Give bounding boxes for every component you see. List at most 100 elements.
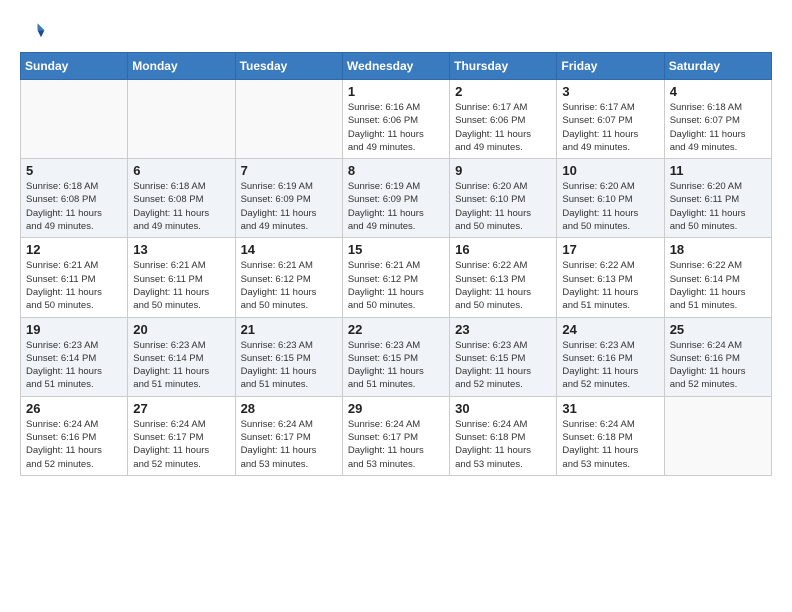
- day-info: Sunrise: 6:20 AM Sunset: 6:10 PM Dayligh…: [455, 180, 551, 233]
- day-number: 1: [348, 84, 444, 99]
- calendar-week-4: 19 Sunrise: 6:23 AM Sunset: 6:14 PM Dayli…: [21, 317, 772, 396]
- day-number: 4: [670, 84, 766, 99]
- calendar-cell: 31 Sunrise: 6:24 AM Sunset: 6:18 PM Dayli…: [557, 396, 664, 475]
- day-number: 9: [455, 163, 551, 178]
- day-info: Sunrise: 6:17 AM Sunset: 6:06 PM Dayligh…: [455, 101, 551, 154]
- calendar-cell: 5 Sunrise: 6:18 AM Sunset: 6:08 PM Daylig…: [21, 159, 128, 238]
- day-number: 10: [562, 163, 658, 178]
- day-number: 15: [348, 242, 444, 257]
- calendar-cell: 19 Sunrise: 6:23 AM Sunset: 6:14 PM Dayli…: [21, 317, 128, 396]
- calendar-cell: 9 Sunrise: 6:20 AM Sunset: 6:10 PM Daylig…: [450, 159, 557, 238]
- day-info: Sunrise: 6:24 AM Sunset: 6:18 PM Dayligh…: [562, 418, 658, 471]
- day-number: 2: [455, 84, 551, 99]
- calendar-cell: 21 Sunrise: 6:23 AM Sunset: 6:15 PM Dayli…: [235, 317, 342, 396]
- day-info: Sunrise: 6:23 AM Sunset: 6:15 PM Dayligh…: [455, 339, 551, 392]
- day-info: Sunrise: 6:21 AM Sunset: 6:11 PM Dayligh…: [26, 259, 122, 312]
- calendar-cell: 15 Sunrise: 6:21 AM Sunset: 6:12 PM Dayli…: [342, 238, 449, 317]
- day-number: 27: [133, 401, 229, 416]
- day-number: 11: [670, 163, 766, 178]
- weekday-header-thursday: Thursday: [450, 53, 557, 80]
- day-info: Sunrise: 6:22 AM Sunset: 6:13 PM Dayligh…: [562, 259, 658, 312]
- day-number: 6: [133, 163, 229, 178]
- day-info: Sunrise: 6:24 AM Sunset: 6:16 PM Dayligh…: [26, 418, 122, 471]
- day-number: 26: [26, 401, 122, 416]
- day-info: Sunrise: 6:16 AM Sunset: 6:06 PM Dayligh…: [348, 101, 444, 154]
- calendar-cell: 10 Sunrise: 6:20 AM Sunset: 6:10 PM Dayli…: [557, 159, 664, 238]
- day-info: Sunrise: 6:23 AM Sunset: 6:15 PM Dayligh…: [241, 339, 337, 392]
- calendar-cell: 7 Sunrise: 6:19 AM Sunset: 6:09 PM Daylig…: [235, 159, 342, 238]
- calendar-cell: 17 Sunrise: 6:22 AM Sunset: 6:13 PM Dayli…: [557, 238, 664, 317]
- calendar: SundayMondayTuesdayWednesdayThursdayFrid…: [20, 52, 772, 476]
- calendar-cell: 16 Sunrise: 6:22 AM Sunset: 6:13 PM Dayli…: [450, 238, 557, 317]
- day-number: 28: [241, 401, 337, 416]
- calendar-cell: 11 Sunrise: 6:20 AM Sunset: 6:11 PM Dayli…: [664, 159, 771, 238]
- calendar-cell: 22 Sunrise: 6:23 AM Sunset: 6:15 PM Dayli…: [342, 317, 449, 396]
- day-number: 21: [241, 322, 337, 337]
- calendar-cell: [21, 80, 128, 159]
- day-info: Sunrise: 6:19 AM Sunset: 6:09 PM Dayligh…: [348, 180, 444, 233]
- page: SundayMondayTuesdayWednesdayThursdayFrid…: [0, 0, 792, 612]
- day-number: 3: [562, 84, 658, 99]
- calendar-cell: 3Sunrise: 6:17 AM Sunset: 6:07 PM Daylig…: [557, 80, 664, 159]
- logo-icon: [20, 18, 48, 46]
- day-number: 22: [348, 322, 444, 337]
- calendar-cell: 6 Sunrise: 6:18 AM Sunset: 6:08 PM Daylig…: [128, 159, 235, 238]
- calendar-cell: 27Sunrise: 6:24 AM Sunset: 6:17 PM Dayli…: [128, 396, 235, 475]
- day-info: Sunrise: 6:23 AM Sunset: 6:14 PM Dayligh…: [26, 339, 122, 392]
- day-info: Sunrise: 6:18 AM Sunset: 6:08 PM Dayligh…: [26, 180, 122, 233]
- day-number: 31: [562, 401, 658, 416]
- calendar-cell: 8Sunrise: 6:19 AM Sunset: 6:09 PM Daylig…: [342, 159, 449, 238]
- day-number: 13: [133, 242, 229, 257]
- day-info: Sunrise: 6:24 AM Sunset: 6:17 PM Dayligh…: [348, 418, 444, 471]
- calendar-cell: 4Sunrise: 6:18 AM Sunset: 6:07 PM Daylig…: [664, 80, 771, 159]
- calendar-cell: 23 Sunrise: 6:23 AM Sunset: 6:15 PM Dayli…: [450, 317, 557, 396]
- calendar-cell: 28 Sunrise: 6:24 AM Sunset: 6:17 PM Dayli…: [235, 396, 342, 475]
- calendar-cell: 2 Sunrise: 6:17 AM Sunset: 6:06 PM Daylig…: [450, 80, 557, 159]
- day-info: Sunrise: 6:24 AM Sunset: 6:18 PM Dayligh…: [455, 418, 551, 471]
- day-info: Sunrise: 6:22 AM Sunset: 6:13 PM Dayligh…: [455, 259, 551, 312]
- day-info: Sunrise: 6:18 AM Sunset: 6:08 PM Dayligh…: [133, 180, 229, 233]
- day-info: Sunrise: 6:24 AM Sunset: 6:16 PM Dayligh…: [670, 339, 766, 392]
- day-info: Sunrise: 6:20 AM Sunset: 6:10 PM Dayligh…: [562, 180, 658, 233]
- day-number: 24: [562, 322, 658, 337]
- weekday-header-wednesday: Wednesday: [342, 53, 449, 80]
- day-number: 7: [241, 163, 337, 178]
- calendar-cell: 26 Sunrise: 6:24 AM Sunset: 6:16 PM Dayli…: [21, 396, 128, 475]
- day-number: 17: [562, 242, 658, 257]
- day-number: 25: [670, 322, 766, 337]
- calendar-cell: 14Sunrise: 6:21 AM Sunset: 6:12 PM Dayli…: [235, 238, 342, 317]
- calendar-cell: [235, 80, 342, 159]
- day-number: 5: [26, 163, 122, 178]
- weekday-header-row: SundayMondayTuesdayWednesdayThursdayFrid…: [21, 53, 772, 80]
- day-number: 16: [455, 242, 551, 257]
- day-info: Sunrise: 6:23 AM Sunset: 6:14 PM Dayligh…: [133, 339, 229, 392]
- day-info: Sunrise: 6:19 AM Sunset: 6:09 PM Dayligh…: [241, 180, 337, 233]
- calendar-cell: 1 Sunrise: 6:16 AM Sunset: 6:06 PM Daylig…: [342, 80, 449, 159]
- day-number: 18: [670, 242, 766, 257]
- day-number: 14: [241, 242, 337, 257]
- day-info: Sunrise: 6:20 AM Sunset: 6:11 PM Dayligh…: [670, 180, 766, 233]
- logo: [20, 18, 52, 46]
- day-info: Sunrise: 6:24 AM Sunset: 6:17 PM Dayligh…: [241, 418, 337, 471]
- calendar-cell: [664, 396, 771, 475]
- day-info: Sunrise: 6:23 AM Sunset: 6:15 PM Dayligh…: [348, 339, 444, 392]
- day-info: Sunrise: 6:21 AM Sunset: 6:11 PM Dayligh…: [133, 259, 229, 312]
- calendar-cell: 24 Sunrise: 6:23 AM Sunset: 6:16 PM Dayli…: [557, 317, 664, 396]
- day-number: 23: [455, 322, 551, 337]
- weekday-header-friday: Friday: [557, 53, 664, 80]
- calendar-cell: 20Sunrise: 6:23 AM Sunset: 6:14 PM Dayli…: [128, 317, 235, 396]
- day-info: Sunrise: 6:22 AM Sunset: 6:14 PM Dayligh…: [670, 259, 766, 312]
- calendar-cell: 18 Sunrise: 6:22 AM Sunset: 6:14 PM Dayli…: [664, 238, 771, 317]
- day-number: 19: [26, 322, 122, 337]
- calendar-week-2: 5 Sunrise: 6:18 AM Sunset: 6:08 PM Daylig…: [21, 159, 772, 238]
- day-info: Sunrise: 6:23 AM Sunset: 6:16 PM Dayligh…: [562, 339, 658, 392]
- calendar-cell: 12Sunrise: 6:21 AM Sunset: 6:11 PM Dayli…: [21, 238, 128, 317]
- calendar-cell: 25 Sunrise: 6:24 AM Sunset: 6:16 PM Dayli…: [664, 317, 771, 396]
- weekday-header-monday: Monday: [128, 53, 235, 80]
- calendar-week-3: 12Sunrise: 6:21 AM Sunset: 6:11 PM Dayli…: [21, 238, 772, 317]
- header-row: [20, 18, 772, 46]
- calendar-cell: 29 Sunrise: 6:24 AM Sunset: 6:17 PM Dayli…: [342, 396, 449, 475]
- weekday-header-saturday: Saturday: [664, 53, 771, 80]
- day-number: 29: [348, 401, 444, 416]
- day-info: Sunrise: 6:21 AM Sunset: 6:12 PM Dayligh…: [348, 259, 444, 312]
